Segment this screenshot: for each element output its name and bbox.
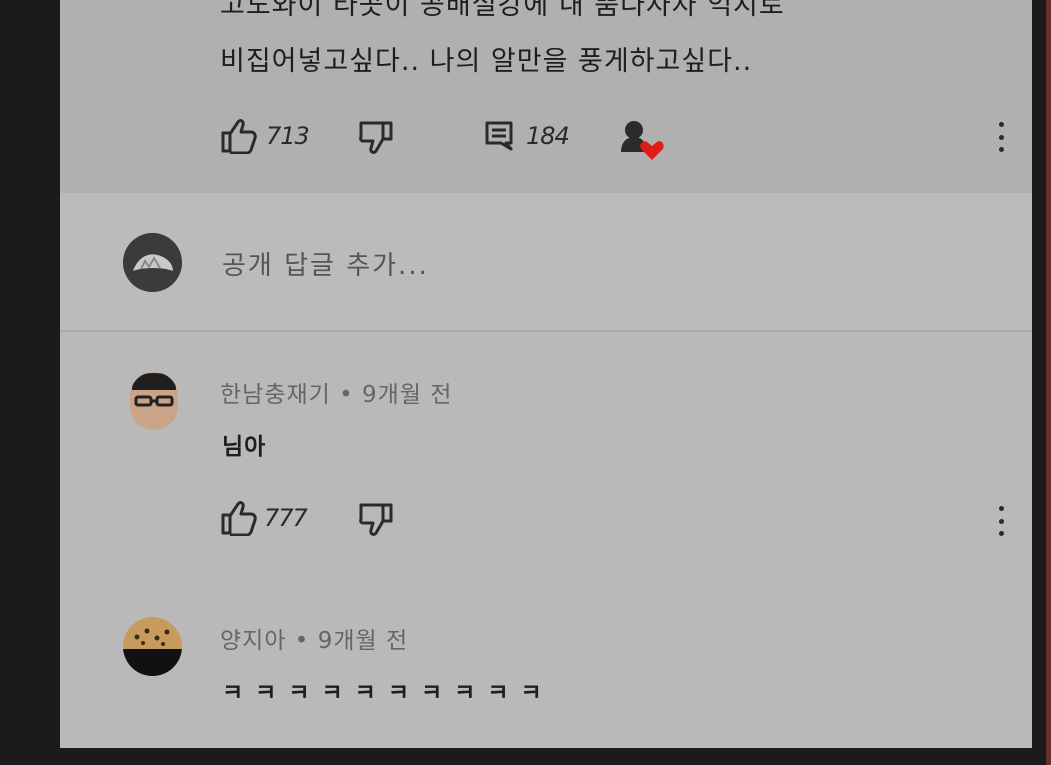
add-reply-input[interactable]: 공개 답글 추가... bbox=[222, 245, 429, 282]
thumbs-up-icon bbox=[220, 118, 258, 154]
separator: • bbox=[294, 628, 310, 654]
replies-button[interactable]: 184 bbox=[484, 120, 570, 152]
like-count: 777 bbox=[264, 504, 308, 532]
current-user-avatar bbox=[123, 233, 182, 292]
comment-time[interactable]: 9개월 전 bbox=[318, 628, 408, 654]
comment-author[interactable]: 양지아 bbox=[220, 628, 286, 654]
creator-heart-icon bbox=[618, 116, 668, 162]
comment-author[interactable]: 한남충재기 bbox=[220, 382, 331, 408]
comment-author-line: 한남충재기 • 9개월 전 bbox=[220, 375, 452, 409]
more-options-button[interactable] bbox=[998, 506, 1004, 536]
comment-time[interactable]: 9개월 전 bbox=[362, 382, 452, 408]
like-count: 713 bbox=[266, 122, 310, 150]
comments-panel: 고도와이 타곳이 공배설강에 내 뿜다자자 억지로 비집어넣고싶다.. 나의 알… bbox=[60, 0, 1032, 748]
comment-author-line: 양지아 • 9개월 전 bbox=[220, 621, 408, 655]
comment-icon bbox=[484, 120, 514, 152]
like-button[interactable]: 713 bbox=[220, 118, 310, 154]
window-edge bbox=[1046, 0, 1051, 765]
avatar bbox=[123, 617, 182, 676]
avatar bbox=[130, 372, 178, 430]
thumbs-down-icon bbox=[358, 502, 396, 538]
comment-body: 님아 bbox=[222, 434, 267, 460]
more-options-button[interactable] bbox=[998, 122, 1004, 152]
dislike-button[interactable] bbox=[358, 502, 396, 538]
reply-input-row: 공개 답글 추가... bbox=[60, 193, 1032, 332]
creator-heart-badge bbox=[618, 116, 668, 162]
comment-body: ㅋ ㅋ ㅋ ㅋ ㅋ ㅋ ㅋ ㅋ ㅋ ㅋ bbox=[222, 680, 544, 706]
reply-count: 184 bbox=[526, 122, 570, 150]
top-comment: 고도와이 타곳이 공배설강에 내 뿜다자자 억지로 비집어넣고싶다.. 나의 알… bbox=[60, 0, 1032, 193]
dislike-button[interactable] bbox=[358, 120, 396, 156]
more-vert-icon bbox=[998, 506, 1004, 511]
more-vert-icon bbox=[998, 122, 1004, 127]
like-button[interactable]: 777 bbox=[220, 500, 308, 536]
comment-text-line-1: 고도와이 타곳이 공배설강에 내 뿜다자자 억지로 bbox=[220, 0, 785, 21]
comment-text-line-2: 비집어넣고싶다.. 나의 알만을 풍게하고싶다.. bbox=[220, 46, 753, 77]
thumbs-down-icon bbox=[358, 120, 396, 156]
thumbs-up-icon bbox=[220, 500, 258, 536]
separator: • bbox=[339, 382, 354, 408]
